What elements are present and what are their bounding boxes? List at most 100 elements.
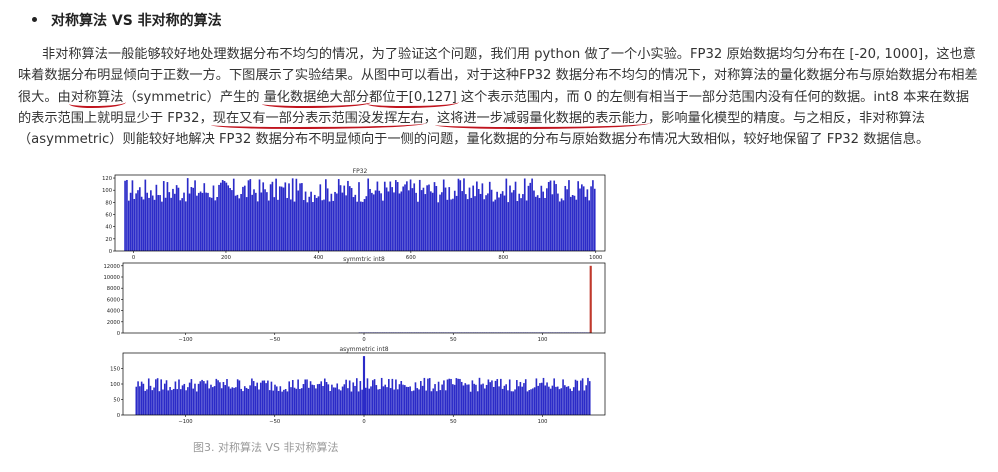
histogram-bar bbox=[503, 195, 506, 251]
histogram-bar bbox=[319, 184, 322, 251]
histogram-bar bbox=[415, 192, 417, 251]
histogram-bar bbox=[275, 386, 278, 415]
histogram-bar bbox=[290, 199, 292, 251]
histogram-bar bbox=[325, 179, 327, 251]
histogram-bar bbox=[485, 195, 487, 251]
y-tick-label: 8000 bbox=[107, 286, 120, 292]
section-heading-text: 对称算法 VS 非对称的算法 bbox=[51, 13, 222, 29]
histogram-bar bbox=[402, 186, 405, 251]
histogram-bar bbox=[417, 201, 419, 251]
y-tick-label: 150 bbox=[110, 367, 120, 373]
histogram-bar bbox=[461, 191, 463, 251]
histogram-bar bbox=[546, 188, 548, 251]
histogram-bar bbox=[354, 194, 357, 251]
histogram-bar bbox=[443, 380, 445, 415]
histogram-bar bbox=[549, 180, 552, 251]
histogram-bar bbox=[247, 388, 250, 415]
histogram-bar bbox=[161, 201, 163, 251]
histogram-bar bbox=[492, 201, 495, 251]
histogram-bar bbox=[255, 192, 257, 251]
y-tick-label: 60 bbox=[105, 213, 112, 219]
histogram-bar bbox=[446, 379, 449, 415]
histogram-bar bbox=[339, 390, 342, 415]
histogram-bar bbox=[378, 190, 381, 251]
histogram-bar bbox=[229, 188, 231, 251]
histogram-bar bbox=[484, 388, 486, 415]
histogram-bar bbox=[315, 197, 318, 251]
histogram-bar bbox=[518, 193, 521, 251]
histogram-bar bbox=[379, 389, 381, 415]
histogram-bar bbox=[547, 182, 550, 251]
histogram-bar bbox=[203, 183, 206, 251]
histogram-bar bbox=[564, 385, 566, 415]
histogram-bar bbox=[345, 195, 347, 251]
histogram-bar bbox=[271, 181, 274, 251]
histogram-bar bbox=[240, 194, 242, 251]
histogram-bar bbox=[483, 199, 486, 251]
histogram-bar bbox=[144, 179, 147, 251]
histogram-bar bbox=[533, 190, 535, 251]
histogram-bar bbox=[299, 388, 301, 415]
y-tick-label: 0 bbox=[117, 331, 120, 337]
histogram-bar bbox=[361, 389, 363, 415]
histogram-bar bbox=[233, 387, 235, 415]
bullet-icon bbox=[32, 16, 37, 22]
paragraph-text: （symmetric）产生的 bbox=[123, 89, 264, 105]
histogram-bar bbox=[446, 199, 449, 251]
histogram-bar bbox=[197, 383, 200, 415]
histogram-bar bbox=[505, 384, 507, 415]
histogram-bar bbox=[278, 186, 281, 251]
histogram-bar bbox=[553, 378, 555, 415]
histogram-bar bbox=[329, 390, 331, 415]
histogram-bar bbox=[159, 195, 161, 251]
histogram-bar bbox=[225, 182, 228, 251]
histogram-bar bbox=[288, 381, 291, 415]
histogram-bar bbox=[321, 200, 323, 251]
histogram-bar bbox=[169, 387, 171, 415]
histogram-bar bbox=[368, 388, 371, 415]
underlined-phrase: 量化数据绝大部分 bbox=[263, 89, 370, 105]
histogram-bar bbox=[460, 381, 463, 415]
histogram-bar bbox=[549, 388, 552, 415]
histogram-bar bbox=[436, 391, 438, 415]
histogram-bar bbox=[422, 187, 425, 251]
histogram-bar bbox=[407, 190, 410, 251]
histogram-bar bbox=[273, 197, 276, 251]
histogram-bar bbox=[347, 180, 349, 251]
histogram-bar bbox=[468, 187, 471, 251]
histogram-bar bbox=[190, 187, 193, 251]
histogram-bar bbox=[252, 381, 255, 415]
y-tick-label: 100 bbox=[110, 382, 120, 388]
histogram-bar bbox=[521, 386, 523, 415]
histogram-bar bbox=[256, 382, 259, 415]
histogram-bar bbox=[581, 378, 584, 415]
histogram-bar bbox=[556, 386, 559, 415]
histogram-bar bbox=[337, 179, 340, 251]
histogram-bar bbox=[330, 193, 333, 251]
histogram-bar bbox=[260, 192, 263, 251]
histogram-bar bbox=[249, 179, 252, 251]
x-tick-label: −50 bbox=[269, 337, 280, 343]
histogram-bar bbox=[243, 185, 246, 251]
histogram-bar bbox=[472, 185, 475, 251]
histogram-bar bbox=[463, 178, 465, 251]
histogram-bar bbox=[387, 191, 390, 251]
histogram-bar bbox=[135, 386, 138, 415]
histogram-bar bbox=[555, 184, 557, 251]
histogram-bar bbox=[455, 378, 458, 415]
histogram-bar bbox=[210, 197, 213, 251]
y-tick-label: 0 bbox=[117, 413, 120, 419]
histogram-bar bbox=[557, 193, 559, 251]
histogram-bar bbox=[354, 385, 356, 415]
histogram-figure: FP32 0 20 40 60 80 100 120 0 200 400 600 800 1000 symm… bbox=[95, 163, 615, 438]
underlined-phrase: 对称算法 bbox=[70, 89, 124, 105]
histogram-bar bbox=[564, 185, 567, 251]
histogram-bar bbox=[313, 194, 316, 251]
histogram-bar bbox=[245, 197, 248, 251]
histogram-bar bbox=[359, 381, 362, 415]
histogram-bar bbox=[247, 180, 250, 251]
histogram-bar bbox=[531, 178, 533, 251]
histogram-bar bbox=[199, 191, 202, 251]
histogram-bar bbox=[185, 390, 187, 415]
histogram-bar bbox=[375, 385, 378, 415]
